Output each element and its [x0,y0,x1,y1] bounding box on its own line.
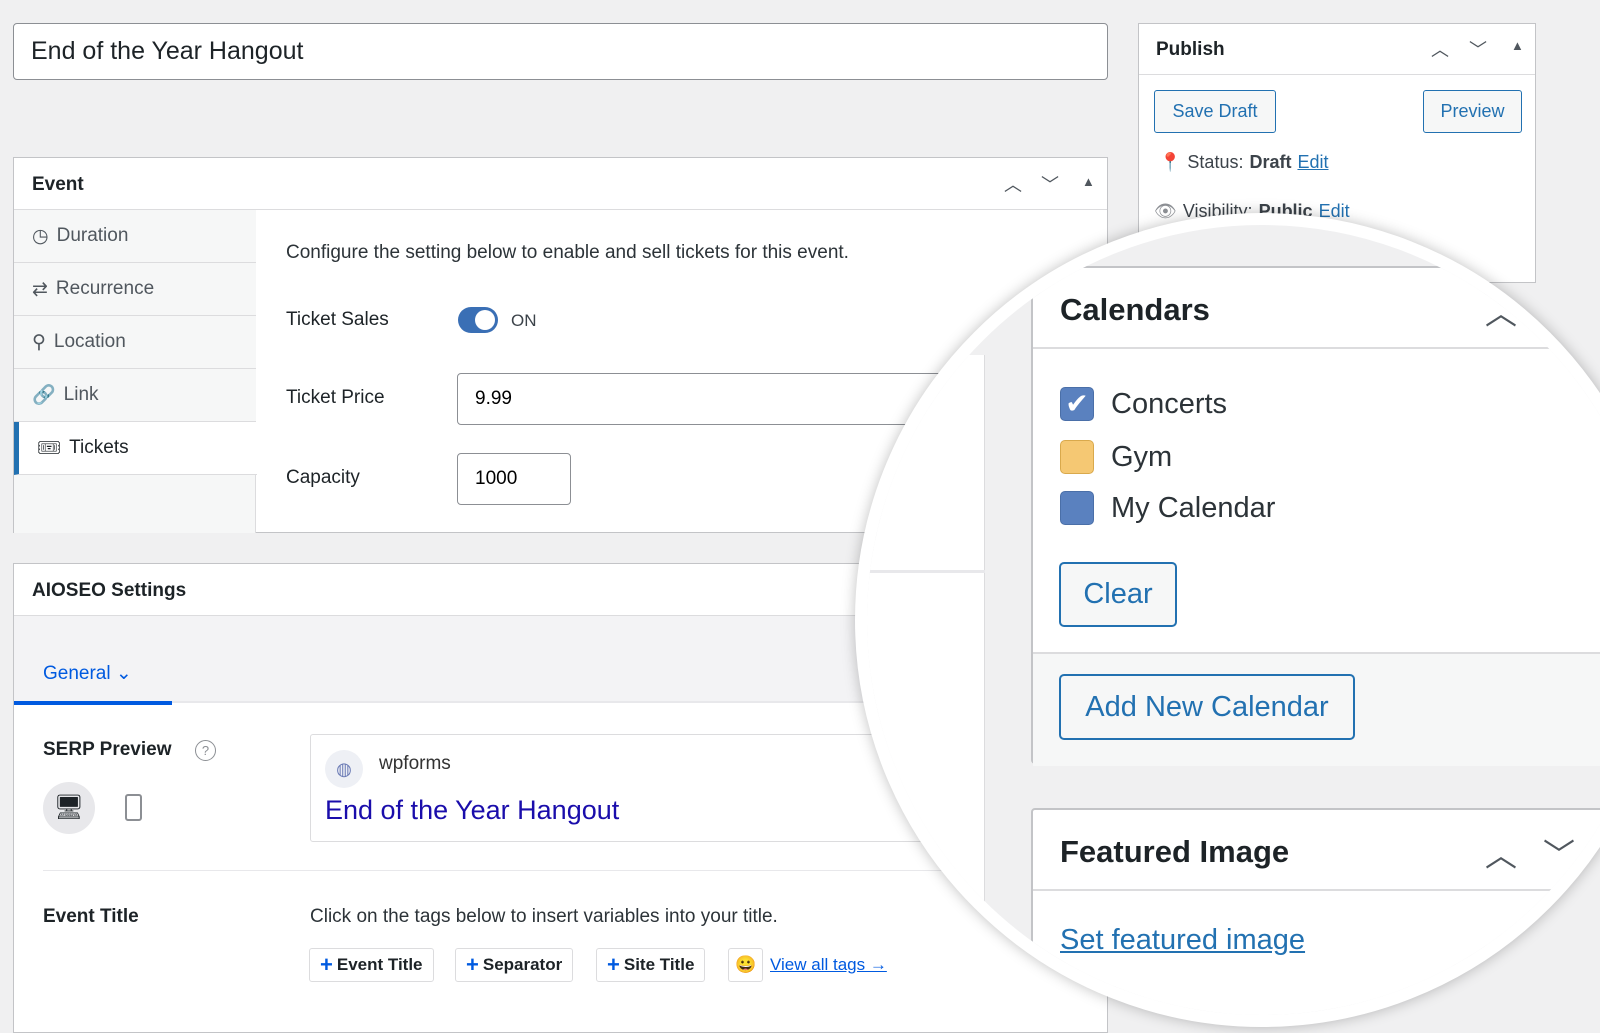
tab-general[interactable]: General ⌄ [14,660,172,705]
event-panel-title: Event [32,174,84,195]
collapse-up-icon[interactable]: ︿ [1485,288,1517,334]
tag-site-title[interactable]: + Site Title [596,948,706,982]
preview-button[interactable]: Preview [1423,90,1522,133]
status-label: Status: [1187,152,1244,172]
serp-preview-label: SERP Preview [43,739,172,760]
nav-duration[interactable]: ◷ Duration [14,210,256,263]
tickets-intro: Configure the setting below to enable an… [286,242,849,263]
featured-image-panel: Featured Image ︿ ﹀ Set featured image [1031,808,1600,1015]
ticket-price-label: Ticket Price [286,387,385,408]
calendar-checkbox-my-calendar[interactable] [1060,491,1094,525]
status-value: Draft [1249,152,1292,172]
nav-tickets[interactable]: 🎟 Tickets [14,422,257,475]
save-draft-button[interactable]: Save Draft [1154,90,1276,133]
plus-icon: + [320,952,333,977]
tab-label: General [43,663,111,684]
publish-title: Publish [1156,39,1225,60]
eye-icon: 👁 [1154,201,1177,221]
chevron-down-icon: ⌄ [115,663,132,684]
featured-image-title: Featured Image [1060,834,1290,869]
calendar-label: Concerts [1111,388,1228,420]
mobile-preview-button[interactable] [125,794,142,821]
nav-location[interactable]: ⚲ Location [14,316,256,369]
tag-label: Site Title [623,955,695,974]
calendar-checkbox-gym[interactable] [1060,440,1094,474]
nav-label: Tickets [69,437,129,458]
repeat-icon: ⇄ [32,278,48,300]
status-edit-link[interactable]: Edit [1297,152,1328,173]
tag-label: Event Title [336,955,423,974]
calendar-label: Gym [1111,441,1173,473]
add-new-calendar-button[interactable]: Add New Calendar [1059,674,1355,740]
collapse-icon[interactable]: ▲ [1082,174,1095,189]
event-title-help: Click on the tags below to insert variab… [310,906,778,927]
capacity-label: Capacity [286,467,360,488]
magnifier-lens: Calendars ︿ ✔ Concerts Gym My Calendar C… [855,213,1600,1027]
set-featured-image-link[interactable]: Set featured image [1060,924,1305,957]
clock-icon: ◷ [32,225,49,247]
move-down-icon[interactable]: ﹀ [1543,830,1575,876]
collapse-icon[interactable]: ▲ [1511,38,1524,53]
pin-icon: 📍 [1159,152,1182,172]
link-icon: 🔗 [32,385,56,406]
tag-event-title[interactable]: + Event Title [309,948,434,982]
nav-label: Recurrence [55,278,155,299]
calendar-label: My Calendar [1111,492,1276,524]
globe-icon: ◍ [325,750,363,788]
move-up-icon[interactable]: ︿ [1004,171,1022,197]
calendars-title: Calendars [1060,292,1210,327]
nav-label: Location [53,331,126,352]
move-up-icon[interactable]: ︿ [1431,36,1449,62]
serp-title[interactable]: End of the Year Hangout [325,795,619,826]
help-icon[interactable]: ? [195,740,216,761]
tag-separator[interactable]: + Separator [455,948,574,982]
move-down-icon[interactable]: ﹀ [1469,36,1487,62]
checkmark-icon: ✔ [1065,388,1089,419]
emoji-button[interactable]: 😀 [728,948,764,982]
nav-label: Duration [56,225,129,246]
ticket-sales-toggle[interactable] [458,307,498,333]
plus-icon: + [466,952,479,977]
ticket-sales-label: Ticket Sales [286,309,389,330]
plus-icon: + [607,952,620,977]
nav-link[interactable]: 🔗 Link [14,369,256,422]
nav-recurrence[interactable]: ⇄ Recurrence [14,263,256,316]
aioseo-title: AIOSEO Settings [32,580,187,601]
desktop-preview-button[interactable]: 🖥 [43,782,95,834]
move-up-icon[interactable]: ︿ [1485,830,1517,876]
serp-site-name: wpforms [379,753,451,774]
tickets-icon: 🎟 [37,438,62,459]
event-title-label: Event Title [43,906,139,927]
nav-label: Link [63,384,99,405]
move-down-icon[interactable]: ﹀ [1041,171,1059,197]
clear-button[interactable]: Clear [1059,562,1177,627]
post-title-input[interactable] [13,23,1108,80]
emoji-icon: 😀 [735,955,757,974]
calendar-checkbox-concerts[interactable]: ✔ [1060,387,1094,421]
capacity-input[interactable] [457,453,571,505]
ticket-sales-state: ON [511,311,537,330]
location-pin-icon: ⚲ [32,331,46,353]
tag-label: Separator [482,955,563,974]
